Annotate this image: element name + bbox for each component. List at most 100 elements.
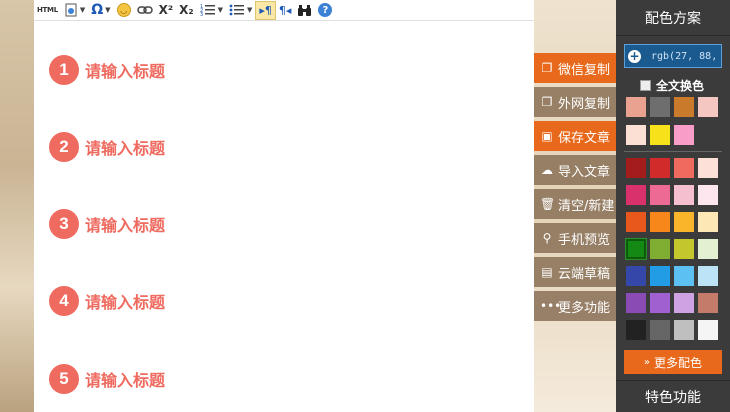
color-swatch[interactable]	[698, 320, 718, 340]
all-change-label: 全文换色	[656, 79, 705, 93]
external-copy-button[interactable]: ❐ 外网复制	[534, 87, 616, 117]
color-swatch[interactable]	[698, 266, 718, 286]
numbered-heading[interactable]: 2 请输入标题	[49, 132, 165, 162]
insert-image-button[interactable]: ▼	[61, 1, 88, 20]
special-features-title[interactable]: 特色功能	[616, 380, 730, 412]
color-scheme-panel: 配色方案 + rgb(27, 88, 全文换色 » 更多配色 特色功能	[616, 0, 730, 412]
color-swatch[interactable]	[650, 320, 670, 340]
color-value: rgb(27, 88,	[651, 50, 718, 62]
heading-text[interactable]: 请输入标题	[85, 289, 165, 313]
direction-rtl-button[interactable]: ¶◂	[276, 1, 295, 20]
document-icon: ▤	[541, 265, 553, 279]
image-icon	[65, 3, 77, 17]
more-colors-button[interactable]: » 更多配色	[624, 350, 722, 374]
emoticon-button[interactable]: ◡	[114, 1, 134, 20]
more-colors-label: 更多配色	[654, 355, 703, 370]
superscript-icon: X²	[158, 3, 174, 17]
color-swatch[interactable]	[626, 97, 646, 117]
superscript-button[interactable]: X²	[156, 1, 177, 20]
color-swatch[interactable]	[674, 212, 694, 232]
save-icon: ▣	[541, 129, 553, 143]
cloud-draft-button[interactable]: ▤ 云端草稿	[534, 257, 616, 287]
ordered-list-icon: 123	[200, 4, 215, 17]
chevron-down-icon: ▼	[79, 6, 86, 14]
ordered-list-button[interactable]: 123 ▼	[197, 1, 226, 20]
color-swatch[interactable]	[674, 320, 694, 340]
heading-text[interactable]: 请输入标题	[85, 135, 165, 159]
color-swatch[interactable]	[626, 185, 646, 205]
color-swatch[interactable]	[650, 97, 670, 117]
color-swatch[interactable]	[650, 158, 670, 178]
color-swatch[interactable]	[674, 125, 694, 145]
button-label: 更多功能	[558, 300, 611, 316]
color-swatch[interactable]	[650, 266, 670, 286]
color-swatch[interactable]	[626, 320, 646, 340]
color-swatch[interactable]	[650, 212, 670, 232]
color-swatch[interactable]	[674, 266, 694, 286]
color-swatch[interactable]	[674, 239, 694, 259]
smiley-icon: ◡	[116, 3, 131, 17]
search-icon: ⚲	[542, 231, 552, 245]
numbered-heading[interactable]: 4 请输入标题	[49, 286, 165, 316]
color-swatch[interactable]	[674, 97, 694, 117]
direction-ltr-button[interactable]: ▸¶	[255, 0, 276, 20]
copy-icon: ❐	[541, 95, 553, 109]
button-label: 微信复制	[558, 62, 611, 78]
help-button[interactable]: ?	[315, 1, 335, 20]
color-swatch[interactable]	[626, 158, 646, 178]
all-change-toggle[interactable]: 全文换色	[640, 77, 704, 94]
color-swatch[interactable]	[698, 212, 718, 232]
color-swatch[interactable]	[626, 239, 646, 259]
cloud-icon: ☁	[541, 163, 553, 177]
color-swatch[interactable]	[698, 239, 718, 259]
copy-icon: ❐	[541, 61, 553, 75]
color-swatch[interactable]	[626, 125, 646, 145]
mobile-preview-button[interactable]: ⚲ 手机预览	[534, 223, 616, 253]
heading-number-badge: 5	[49, 364, 79, 394]
all-change-checkbox[interactable]	[640, 80, 651, 91]
color-swatch[interactable]	[698, 158, 718, 178]
color-swatch[interactable]	[626, 293, 646, 313]
find-replace-button[interactable]	[294, 1, 315, 20]
color-swatch[interactable]	[698, 185, 718, 205]
color-swatch[interactable]	[626, 266, 646, 286]
color-swatch[interactable]	[674, 185, 694, 205]
special-char-button[interactable]: Ω ▼	[88, 1, 113, 20]
import-article-button[interactable]: ☁ 导入文章	[534, 155, 616, 185]
subscript-button[interactable]: X₂	[176, 1, 197, 20]
color-swatch[interactable]	[626, 212, 646, 232]
unordered-list-button[interactable]: ▼	[226, 1, 255, 20]
more-features-button[interactable]: ••• 更多功能	[534, 291, 616, 321]
clear-new-button[interactable]: 🗑 清空/新建	[534, 189, 616, 219]
heading-text[interactable]: 请输入标题	[85, 58, 165, 82]
svg-text:3: 3	[200, 12, 203, 17]
editor-content[interactable]: 1 请输入标题 2 请输入标题 3 请输入标题 4 请输入标题 5 请输入标题	[34, 21, 534, 412]
numbered-heading[interactable]: 3 请输入标题	[49, 209, 165, 239]
html-source-button[interactable]: HTML	[34, 1, 61, 20]
color-swatch[interactable]	[650, 293, 670, 313]
color-swatch[interactable]	[698, 293, 718, 313]
color-swatch[interactable]	[650, 125, 670, 145]
heading-text[interactable]: 请输入标题	[85, 212, 165, 236]
panel-title: 配色方案	[616, 0, 730, 36]
numbered-heading[interactable]: 1 请输入标题	[49, 55, 165, 85]
omega-icon: Ω	[91, 2, 104, 18]
wechat-copy-button[interactable]: ❐ 微信复制	[534, 53, 616, 83]
color-swatch[interactable]	[674, 293, 694, 313]
color-swatch[interactable]	[650, 239, 670, 259]
color-swatch[interactable]	[650, 185, 670, 205]
heading-text[interactable]: 请输入标题	[85, 367, 165, 391]
paragraph-rtl-icon: ¶◂	[278, 3, 292, 17]
subscript-icon: X₂	[179, 3, 194, 17]
help-icon: ?	[318, 3, 333, 17]
color-swatch[interactable]	[698, 97, 718, 117]
link-icon	[136, 6, 153, 14]
button-label: 保存文章	[558, 130, 611, 146]
color-picker-input[interactable]: + rgb(27, 88,	[624, 44, 722, 68]
chevron-down-icon: ▼	[217, 6, 223, 14]
save-article-button[interactable]: ▣ 保存文章	[534, 121, 616, 151]
numbered-heading[interactable]: 5 请输入标题	[49, 364, 165, 394]
link-button[interactable]	[134, 1, 156, 20]
binoculars-icon	[298, 4, 312, 16]
color-swatch[interactable]	[674, 158, 694, 178]
